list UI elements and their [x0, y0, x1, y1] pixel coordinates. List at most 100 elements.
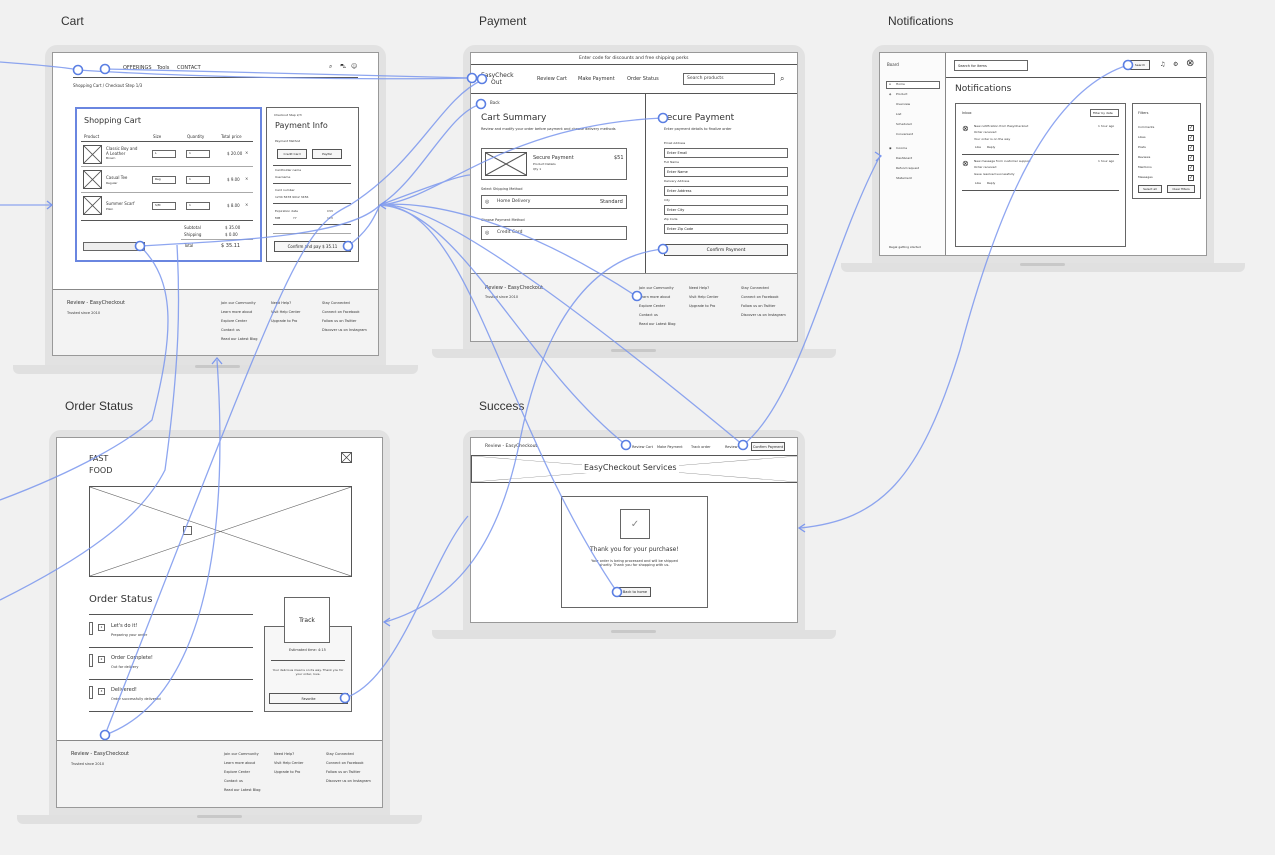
footer-link[interactable]: Explore Center	[639, 304, 665, 308]
sidebar-subitem[interactable]: Convenient	[896, 132, 913, 137]
filter-checkbox[interactable]: ✓	[1188, 125, 1194, 131]
brand-line-1[interactable]: FAST	[89, 454, 108, 464]
user-icon[interactable]: ☺	[351, 63, 357, 70]
like-link[interactable]: Like	[975, 145, 981, 150]
close-icon[interactable]	[341, 452, 352, 463]
confirm-payment-button[interactable]: Confirm Payment	[664, 244, 788, 256]
size-select[interactable]: L	[152, 150, 176, 158]
date-filter-select[interactable]: Filter by date	[1090, 109, 1119, 117]
footer-link[interactable]: Explore Center	[221, 319, 247, 323]
breadcrumb-home[interactable]: Shopping Cart	[73, 83, 102, 88]
notification-title[interactable]: New notification from EasyCheckout	[974, 124, 1028, 129]
quantity-stepper[interactable]: 1	[186, 202, 210, 210]
track-button[interactable]: Track	[284, 597, 330, 643]
search-input[interactable]: Search products	[683, 73, 775, 85]
nav-make-payment[interactable]: Make Payment	[578, 76, 615, 82]
quantity-stepper[interactable]: 1	[186, 150, 210, 158]
nav-review[interactable]: Review	[725, 445, 738, 449]
footer-link[interactable]: Contact us	[639, 313, 658, 317]
footer-link[interactable]: Read our Latest Blog	[224, 788, 260, 792]
size-select[interactable]: S/M	[152, 202, 176, 210]
search-icon[interactable]: ⌕	[329, 63, 332, 70]
sidebar-subitem[interactable]: Refund request	[896, 166, 919, 171]
credit-card-button[interactable]: Credit Card	[277, 149, 307, 159]
nav-order-status[interactable]: Order Status	[627, 76, 659, 82]
expiration-month-field[interactable]: MM	[275, 216, 280, 221]
sidebar-subitem[interactable]: Statement	[896, 176, 912, 181]
favorite-button[interactable]: Favorite	[269, 693, 348, 704]
cvv-field[interactable]: 123	[327, 216, 333, 221]
back-link[interactable]: Back	[490, 100, 500, 106]
nav-review-cart[interactable]: Review Cart	[632, 445, 653, 449]
nav-link-contact[interactable]: CONTACT	[177, 65, 201, 71]
avatar[interactable]: ⊗	[1186, 58, 1194, 70]
brand-line-2[interactable]: FOOD	[89, 466, 112, 476]
sidebar-subitem[interactable]: Dashboard	[896, 156, 912, 161]
footer-link[interactable]: Connect on Facebook	[326, 761, 364, 765]
sidebar-item-home[interactable]	[886, 81, 940, 89]
paypal-button[interactable]: PayPal	[312, 149, 342, 159]
city-field[interactable]: Enter City	[664, 205, 788, 215]
quantity-stepper[interactable]: 1	[186, 176, 210, 184]
search-button[interactable]: Search	[1130, 60, 1150, 70]
filter-checkbox[interactable]: ✓	[1188, 155, 1194, 161]
filter-checkbox[interactable]: ✓	[1188, 165, 1194, 171]
footer-link[interactable]: Learn more about	[639, 295, 670, 299]
remove-icon[interactable]: ×	[245, 202, 248, 208]
footer-link[interactable]: Read our Latest Blog	[639, 322, 675, 326]
remove-icon[interactable]: ×	[245, 150, 248, 156]
sidebar-subitem[interactable]: Scheduled	[896, 122, 912, 127]
expiration-year-field[interactable]: YY	[293, 216, 297, 221]
name-field[interactable]: Enter Name	[664, 167, 788, 177]
footer-link[interactable]: Upgrade to Pro	[689, 304, 715, 308]
search-icon[interactable]: ⌕	[780, 74, 784, 84]
footer-link[interactable]: Follow us on Twitter	[322, 319, 356, 323]
footer-link[interactable]: Visit Help Center	[271, 310, 300, 314]
zip-field[interactable]: Enter Zip Code	[664, 224, 788, 234]
cardholder-field[interactable]: Username	[275, 175, 290, 180]
like-link[interactable]: Like	[975, 181, 981, 186]
footer-link[interactable]: Connect on Facebook	[322, 310, 360, 314]
footer-link[interactable]: Contact us	[224, 779, 243, 783]
nav-track-order[interactable]: Track order	[691, 445, 711, 449]
bell-icon[interactable]: ♫	[1160, 61, 1165, 68]
clear-filters-button[interactable]: Clear filters	[1167, 185, 1195, 193]
email-field[interactable]: Enter Email	[664, 148, 788, 158]
footer-link[interactable]: Read our Latest Blog	[221, 337, 257, 341]
size-select[interactable]: Reg	[152, 176, 176, 184]
back-to-home-button[interactable]: Back to home	[619, 587, 651, 597]
continue-shopping-button[interactable]	[83, 242, 145, 251]
filter-checkbox[interactable]: ✓	[1188, 175, 1194, 181]
select-all-button[interactable]: Select all	[1138, 185, 1162, 193]
sidebar-footer[interactable]: Regal getting started	[889, 245, 921, 250]
reply-link[interactable]: Reply	[987, 181, 995, 186]
card-number-field[interactable]: 1234 5678 9012 3456	[275, 195, 308, 200]
footer-link[interactable]: Explore Center	[224, 770, 250, 774]
footer-link[interactable]: Upgrade to Pro	[274, 770, 300, 774]
footer-link[interactable]: Follow us on Twitter	[326, 770, 360, 774]
filter-checkbox[interactable]: ✓	[1188, 135, 1194, 141]
logo-line-2[interactable]: Out	[491, 79, 502, 86]
address-field[interactable]: Enter Address	[664, 186, 788, 196]
sidebar-subitem[interactable]: Overview	[896, 102, 910, 107]
sidebar-item-income[interactable]: Income	[896, 146, 907, 151]
search-input[interactable]: Search for items	[954, 60, 1028, 71]
gear-icon[interactable]: ⚙	[1173, 61, 1178, 68]
footer-link[interactable]: Upgrade to Pro	[271, 319, 297, 323]
shipping-radio-icon[interactable]: ◎	[485, 199, 489, 205]
footer-link[interactable]: Follow us on Twitter	[741, 304, 775, 308]
nav-review-cart[interactable]: Review Cart	[537, 76, 567, 82]
footer-link[interactable]: Discover us on Instagram	[741, 313, 786, 317]
footer-link[interactable]: Connect on Facebook	[741, 295, 779, 299]
footer-link[interactable]: Visit Help Center	[274, 761, 303, 765]
success-brand[interactable]: Review - EasyCheckout	[485, 444, 537, 449]
payment-radio-icon[interactable]: ◎	[485, 230, 489, 236]
cart-icon[interactable]: ⛍	[340, 63, 346, 70]
sidebar-subitem[interactable]: List	[896, 112, 901, 117]
footer-link[interactable]: Visit Help Center	[689, 295, 718, 299]
footer-link[interactable]: Discover us on Instagram	[326, 779, 371, 783]
nav-link-offerings[interactable]: OFFERINGS	[123, 65, 152, 71]
confirm-pay-button[interactable]: Confirm and pay $ 35.11	[274, 241, 351, 252]
nav-link-tools[interactable]: Tools	[157, 65, 169, 71]
reply-link[interactable]: Reply	[987, 145, 995, 150]
